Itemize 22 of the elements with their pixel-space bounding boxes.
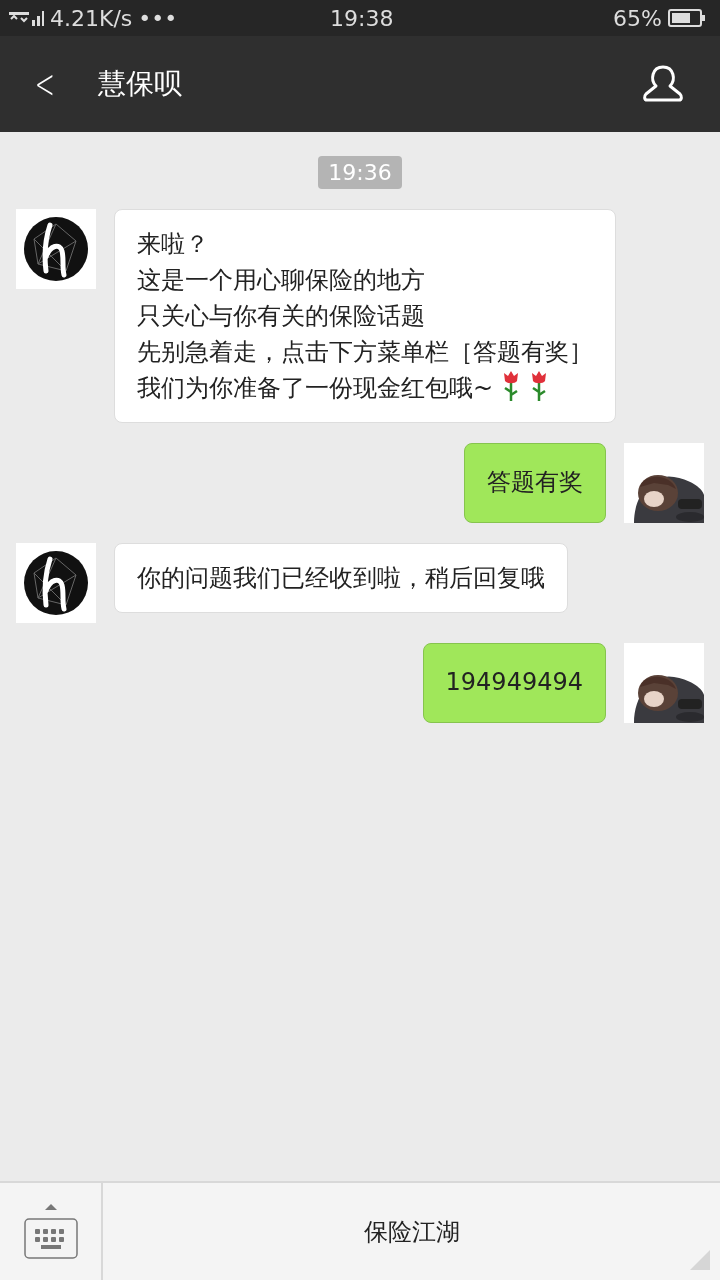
message-line: 我们为你准备了一份现金红包哦~ <box>137 374 494 402</box>
message-line: 194949494 <box>445 668 583 696</box>
message-line: 来啦？ <box>137 229 209 260</box>
message-line: 只关心与你有关的保险话题 <box>137 301 425 332</box>
message-line: 这是一个用心聊保险的地方 <box>137 265 425 296</box>
signal-icon <box>8 8 44 28</box>
logo-avatar-icon[interactable] <box>16 543 96 623</box>
timestamp: 19:36 <box>318 156 402 189</box>
profile-icon[interactable] <box>642 64 684 104</box>
battery-percent: 65% <box>613 5 662 31</box>
more-indicator: ••• <box>138 5 178 31</box>
message-line: 先别急着走，点击下方菜单栏［答题有奖］ <box>137 337 593 368</box>
logo-avatar-icon[interactable] <box>16 209 96 289</box>
network-speed: 4.21K/s <box>50 5 133 31</box>
message-line: 答题有奖 <box>487 468 583 496</box>
clock: 19:38 <box>330 5 394 31</box>
message-line: 你的问题我们已经收到啦，稍后回复哦 <box>137 564 545 592</box>
corner-mark <box>690 1250 710 1270</box>
chat-title: 慧保呗 <box>97 66 182 102</box>
keyboard-icon <box>22 1201 79 1262</box>
back-button[interactable]: < <box>29 61 60 107</box>
battery-icon <box>668 8 706 28</box>
